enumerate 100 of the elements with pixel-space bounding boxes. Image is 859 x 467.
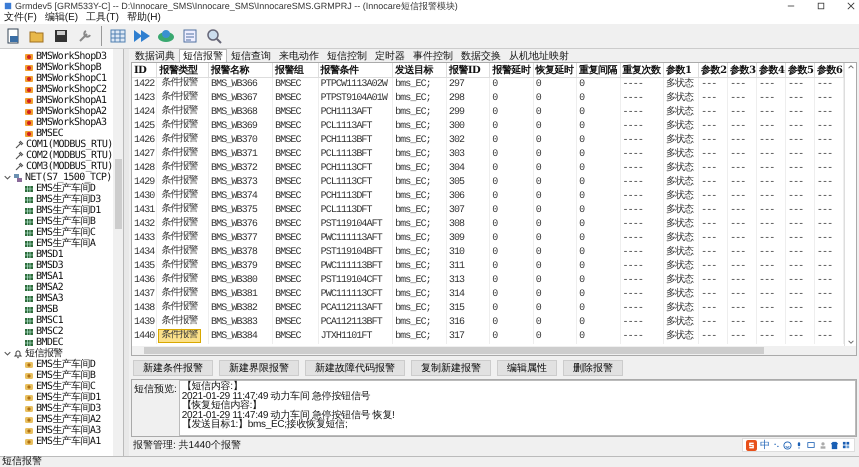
menu-item[interactable]: 编辑(E) bbox=[44, 12, 78, 24]
table-cell[interactable]: 条件报警 bbox=[159, 120, 200, 132]
tab[interactable]: 定时器 bbox=[371, 49, 409, 62]
table-cell[interactable]: 条件报警 bbox=[159, 232, 200, 244]
tree-item[interactable]: BMSB bbox=[36, 304, 58, 315]
column-header[interactable]: 参数6 bbox=[814, 63, 844, 78]
tree-item[interactable]: BMSWorkShopD3 bbox=[36, 51, 106, 62]
tab[interactable]: 数据词典 bbox=[131, 49, 179, 62]
expand-chevron-icon[interactable] bbox=[4, 350, 11, 357]
column-header[interactable]: 报警名称 bbox=[208, 63, 273, 78]
tree-item[interactable]: COM2(MODBUS_RTU) bbox=[26, 150, 113, 161]
preview-text-area[interactable]: 【短信内容:】 2021-01-29 11:47:49 动力车间 急停按钮信号 【恢复短信内容:】 2021-01-29 11:47:49 动力车间 急停按钮信号 恢复! 【发送目标1:】bms_EC;接收恢复短信; bbox=[178, 380, 856, 436]
tree-item[interactable]: EMS生产车间A1 bbox=[36, 436, 101, 447]
tree-item[interactable]: 短信报警 bbox=[25, 348, 63, 359]
tree-item[interactable]: EMS生产车间A2 bbox=[36, 414, 101, 425]
table-cell[interactable]: 条件报警 bbox=[159, 302, 200, 314]
column-header[interactable]: ID bbox=[132, 63, 157, 78]
tree-item[interactable]: BMSA2 bbox=[36, 282, 64, 293]
column-header[interactable]: 重复间隔 bbox=[576, 63, 620, 78]
table-cell[interactable]: 条件报警 bbox=[159, 176, 200, 188]
tree-item[interactable]: EMS生产车间D bbox=[36, 359, 96, 370]
tree-item[interactable]: BMSWorkShopA3 bbox=[36, 117, 106, 128]
tree-item[interactable]: EMS生产车间D1 bbox=[36, 392, 101, 403]
table-cell: --- bbox=[730, 303, 746, 314]
column-header[interactable]: 报警组 bbox=[272, 63, 318, 78]
tree-item[interactable]: COM1(MODBUS_RTU) bbox=[26, 139, 113, 150]
scrollbar[interactable] bbox=[844, 63, 856, 346]
tree-item[interactable]: BMS生产车间D3 bbox=[36, 403, 101, 414]
action-button[interactable]: 复制新建报警 bbox=[411, 360, 491, 376]
column-header[interactable]: 报警ID bbox=[446, 63, 490, 78]
table-cell[interactable]: 条件报警 bbox=[159, 274, 200, 286]
maximize-icon[interactable] bbox=[817, 2, 825, 10]
tab[interactable]: 来电动作 bbox=[275, 49, 323, 62]
tree-item[interactable]: EMS生产车间A bbox=[36, 238, 96, 249]
tab[interactable]: 数据交换 bbox=[457, 49, 505, 62]
tab[interactable]: 短信控制 bbox=[323, 49, 371, 62]
action-button[interactable]: 新建条件报警 bbox=[133, 360, 213, 376]
table-cell[interactable]: 条件报警 bbox=[159, 134, 200, 146]
column-header[interactable]: 报警延时 bbox=[490, 63, 534, 78]
tree-item[interactable]: EMS生产车间B bbox=[36, 370, 96, 381]
tree-item[interactable]: BMSWorkShopA2 bbox=[36, 106, 106, 117]
tree-item[interactable]: BMSC1 bbox=[36, 315, 64, 326]
tree-item[interactable]: BMDEC bbox=[36, 337, 64, 348]
tree-item[interactable]: COM3(MODBUS_RTU) bbox=[26, 161, 113, 172]
tree-item[interactable]: BMSWorkShopA1 bbox=[36, 95, 106, 106]
table-cell[interactable]: 条件报警 bbox=[159, 162, 200, 174]
tree-item[interactable]: BMSWorkShopB bbox=[36, 62, 102, 73]
table-cell[interactable]: 条件报警 bbox=[159, 260, 200, 272]
table-cell[interactable]: 条件报警 bbox=[159, 316, 200, 328]
action-button[interactable]: 新建界限报警 bbox=[219, 360, 299, 376]
tab[interactable]: 从机地址映射 bbox=[505, 49, 573, 62]
tree-item[interactable]: BMSA1 bbox=[36, 271, 64, 282]
tab[interactable]: 短信报警 bbox=[179, 49, 227, 62]
tree-item[interactable]: BMSEC bbox=[36, 128, 64, 139]
table-cell[interactable]: 条件报警 bbox=[159, 246, 200, 258]
tree-item[interactable]: BMSC2 bbox=[36, 326, 64, 337]
scrollbar[interactable] bbox=[132, 346, 856, 355]
tree-item[interactable]: EMS生产车间C bbox=[36, 227, 96, 238]
ime-mode[interactable]: 中 bbox=[760, 438, 770, 452]
tree-item[interactable]: EMS生产车间C bbox=[36, 381, 96, 392]
menu-item[interactable]: 帮助(H) bbox=[126, 12, 161, 24]
scrollbar[interactable] bbox=[113, 49, 123, 456]
column-header[interactable]: 参数5 bbox=[785, 63, 814, 78]
column-header[interactable]: 发送目标 bbox=[392, 63, 446, 78]
table-cell[interactable]: 条件报警 bbox=[159, 218, 200, 230]
table-cell[interactable]: 条件报警 bbox=[159, 78, 200, 90]
menu-item[interactable]: 文件(F) bbox=[4, 12, 37, 24]
column-header[interactable]: 参数3 bbox=[728, 63, 757, 78]
tree-item[interactable]: BMSWorkShopC1 bbox=[36, 73, 106, 84]
tree-item[interactable]: BMSD1 bbox=[36, 249, 64, 260]
tree-item[interactable]: NET(S7_1500_TCP) bbox=[25, 172, 112, 183]
table-cell[interactable]: 条件报警 bbox=[159, 148, 200, 160]
table-cell[interactable]: 条件报警 bbox=[159, 190, 200, 202]
column-header[interactable]: 参数2 bbox=[698, 63, 728, 78]
column-header[interactable]: 重复次数 bbox=[620, 63, 664, 78]
table-cell[interactable]: 条件报警 bbox=[159, 106, 200, 118]
tree-item[interactable]: BMS生产车间D1 bbox=[36, 205, 101, 216]
table-cell[interactable]: 条件报警 bbox=[159, 288, 200, 300]
tree-item[interactable]: BMSWorkShopC2 bbox=[36, 84, 106, 95]
tree-item[interactable]: EMS生产车间A3 bbox=[36, 425, 101, 436]
column-header[interactable]: 报警条件 bbox=[318, 63, 393, 78]
action-button[interactable]: 新建故障代码报警 bbox=[305, 360, 405, 376]
column-header[interactable]: 参数1 bbox=[663, 63, 699, 78]
tab[interactable]: 短信查询 bbox=[227, 49, 275, 62]
table-cell[interactable]: 条件报警 bbox=[159, 204, 200, 216]
tree-item[interactable]: BMSA3 bbox=[36, 293, 64, 304]
action-button[interactable]: 编辑属性 bbox=[497, 360, 557, 376]
close-icon[interactable] bbox=[847, 2, 855, 10]
column-header[interactable]: 报警类型 bbox=[156, 63, 209, 78]
tree-item[interactable]: BMS生产车间D3 bbox=[36, 194, 101, 205]
expand-chevron-icon[interactable] bbox=[4, 174, 11, 181]
menu-item[interactable]: 工具(T) bbox=[86, 12, 119, 24]
tree-item[interactable]: EMS生产车间B bbox=[36, 216, 96, 227]
tree-item[interactable]: BMSD3 bbox=[36, 260, 64, 271]
tree-item[interactable]: EMS生产车间D bbox=[36, 183, 96, 194]
column-header[interactable]: 参数4 bbox=[756, 63, 786, 78]
action-button[interactable]: 删除报警 bbox=[563, 360, 623, 376]
tab[interactable]: 事件控制 bbox=[409, 49, 457, 62]
column-header[interactable]: 恢复延时 bbox=[533, 63, 577, 78]
table-cell[interactable]: 条件报警 bbox=[159, 92, 200, 104]
